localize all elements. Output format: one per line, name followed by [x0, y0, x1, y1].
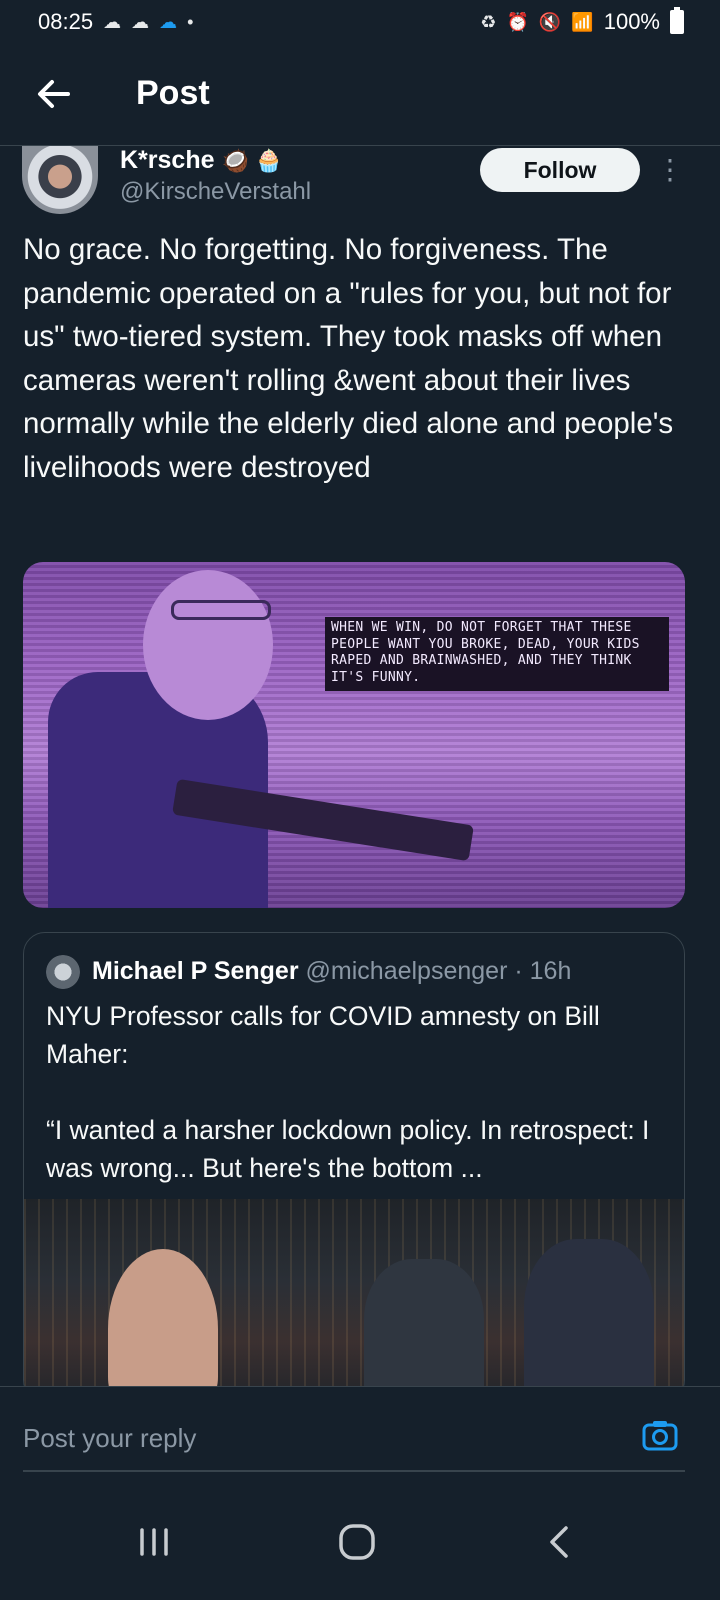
wifi-icon: 📶: [571, 11, 594, 32]
reply-bar: [0, 1386, 720, 1486]
quoted-avatar: [46, 955, 80, 989]
back-icon[interactable]: [530, 1512, 590, 1572]
more-options-icon[interactable]: ⋮: [656, 152, 684, 188]
quoted-author-name: Michael P Senger: [92, 957, 299, 985]
home-icon[interactable]: [327, 1512, 387, 1572]
author-row: K*rsche 🥥 🧁 @KirscheVerstahl Follow ⋮: [0, 146, 720, 226]
battery-percent: 100%: [603, 9, 660, 34]
quoted-timestamp: · 16h: [514, 957, 572, 985]
quoted-author-handle: @michaelpsenger: [305, 957, 508, 985]
author-name-text: K*rsche: [120, 146, 215, 174]
media-glasses: [171, 600, 271, 620]
quoted-header: Michael P Senger @michaelpsenger · 16h: [92, 957, 571, 986]
status-right: ♻ ⏰ 🔇 📶 100%: [480, 7, 684, 35]
author-handle[interactable]: @KirscheVerstahl: [120, 178, 311, 206]
media-caption: WHEN WE WIN, DO NOT FORGET THAT THESE PE…: [325, 617, 669, 691]
recycle-icon: ♻: [480, 11, 497, 32]
status-time: 08:25: [38, 9, 94, 34]
recents-icon[interactable]: [124, 1512, 184, 1572]
post-text: No grace. No forgetting. No forgiveness.…: [23, 233, 674, 484]
dot-icon: •: [187, 11, 194, 32]
post-media-image[interactable]: WHEN WE WIN, DO NOT FORGET THAT THESE PE…: [23, 562, 685, 908]
reply-input[interactable]: [23, 1421, 623, 1455]
reply-underline: [23, 1470, 685, 1472]
quoted-text-spacer: [46, 1073, 666, 1111]
quoted-figure-middle: [364, 1259, 484, 1401]
system-nav-bar: [0, 1486, 720, 1600]
quoted-figure-left: [108, 1249, 218, 1401]
status-bar: 08:25 ☁ ☁ ☁ • ♻ ⏰ 🔇 📶 100%: [0, 0, 720, 44]
app-header: Post: [0, 44, 720, 146]
quoted-text-line1: NYU Professor calls for COVID amnesty on…: [46, 1001, 600, 1069]
author-name[interactable]: K*rsche 🥥 🧁: [120, 146, 282, 175]
follow-button[interactable]: Follow: [480, 148, 640, 192]
mute-icon: 🔇: [538, 11, 562, 32]
camera-icon[interactable]: [642, 1419, 678, 1451]
quoted-figure-right: [524, 1239, 654, 1401]
media-person-head: [143, 570, 273, 720]
quoted-post-card[interactable]: Michael P Senger @michaelpsenger · 16h N…: [23, 932, 685, 1402]
status-left: 08:25 ☁ ☁ ☁ •: [38, 9, 193, 35]
cloud-blue-icon: ☁: [159, 11, 178, 32]
quoted-text-line2: “I wanted a harsher lockdown policy. In …: [46, 1115, 650, 1183]
cloud-icon: ☁: [131, 11, 150, 32]
quoted-media-image[interactable]: [24, 1199, 684, 1401]
author-emojis: 🥥 🧁: [221, 148, 283, 173]
cloud-outline-icon: ☁: [103, 11, 122, 32]
page-title: Post: [136, 74, 210, 112]
battery-icon: [670, 7, 684, 34]
quoted-text: NYU Professor calls for COVID amnesty on…: [46, 997, 666, 1187]
back-arrow-icon[interactable]: [34, 74, 74, 114]
alarm-icon: ⏰: [506, 11, 529, 32]
avatar[interactable]: [22, 146, 98, 214]
